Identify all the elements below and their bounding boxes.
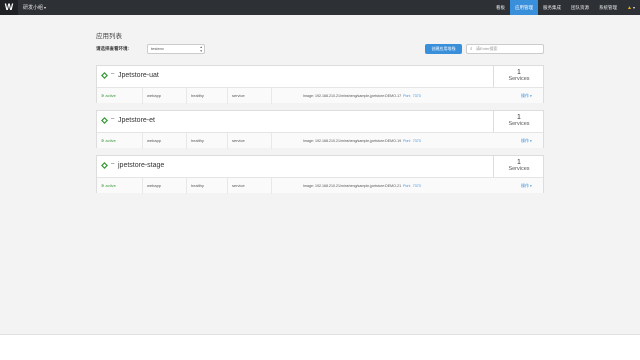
port-value[interactable]: 7373 bbox=[413, 184, 421, 188]
app-logo[interactable]: W bbox=[0, 0, 18, 15]
team-switcher[interactable]: 研发小组▾ bbox=[23, 0, 46, 15]
app-header[interactable]: – Jpetstore-et bbox=[97, 111, 493, 131]
service-count-value: 1 bbox=[517, 114, 521, 121]
status-icon: ✲ bbox=[101, 183, 105, 188]
service-status-text: active bbox=[105, 183, 116, 188]
service-count: 1 Services bbox=[493, 66, 544, 87]
service-row: ✲active webapp healthy service Image: 19… bbox=[97, 87, 543, 104]
main-nav: 看板 应用管理 服务集成 团队资源 系统管理 ▲▾ bbox=[491, 0, 640, 15]
actions-dropdown[interactable]: 操作▾ bbox=[521, 133, 532, 149]
status-icon: ✲ bbox=[101, 138, 105, 143]
image-value: 192.168.210.21/minsheng/sample-jpetstore… bbox=[315, 94, 402, 98]
service-health: healthy bbox=[187, 133, 228, 149]
app-card: – Jpetstore-et 1 Services ✲active webapp… bbox=[96, 110, 544, 149]
env-filter-label: 请选择查看环境: bbox=[96, 46, 129, 51]
image-label: Image: bbox=[303, 94, 314, 98]
chevron-down-icon: ▾ bbox=[632, 5, 635, 10]
actions-label: 操作 bbox=[521, 183, 529, 188]
service-row: ✲active webapp healthy service Image: 19… bbox=[97, 132, 543, 149]
port-value[interactable]: 7373 bbox=[413, 139, 421, 143]
search-icon: ⌕ bbox=[470, 46, 473, 51]
app-name[interactable]: Jpetstore-et bbox=[118, 117, 155, 124]
stack-icon bbox=[101, 117, 108, 124]
service-count-label: Services bbox=[508, 166, 530, 172]
actions-dropdown[interactable]: 操作▾ bbox=[521, 88, 532, 104]
nav-app-management[interactable]: 应用管理 bbox=[510, 0, 539, 15]
app-card: – Jpetstore-uat 1 Services ✲active webap… bbox=[96, 65, 544, 104]
service-status-text: active bbox=[105, 138, 116, 143]
port-label: Port: bbox=[403, 139, 411, 143]
footer bbox=[0, 334, 640, 360]
service-count-value: 1 bbox=[517, 159, 521, 166]
stack-icon bbox=[101, 162, 108, 169]
service-type: webapp bbox=[143, 178, 187, 194]
collapse-icon[interactable]: – bbox=[111, 116, 114, 122]
nav-service-integration[interactable]: 服务集成 bbox=[538, 0, 566, 15]
chevron-down-icon: ▾ bbox=[530, 184, 532, 188]
service-row: ✲active webapp healthy service Image: 19… bbox=[97, 177, 543, 194]
nav-system-management[interactable]: 系统管理 bbox=[594, 0, 622, 15]
app-header[interactable]: – Jpetstore-uat bbox=[97, 66, 493, 86]
chevron-down-icon: ▾ bbox=[44, 5, 47, 10]
service-image: Image: 192.168.210.21/minsheng/sample-jp… bbox=[303, 178, 421, 194]
service-type: webapp bbox=[143, 133, 187, 149]
service-count: 1 Services bbox=[493, 156, 544, 177]
nav-team-resources[interactable]: 团队资源 bbox=[566, 0, 594, 15]
service-status-text: active bbox=[105, 93, 116, 98]
page-title: 应用列表 bbox=[96, 33, 122, 40]
app-header[interactable]: – jpetstore-stage bbox=[97, 156, 493, 176]
service-image: Image: 192.168.210.21/minsheng/sample-jp… bbox=[303, 88, 421, 104]
image-label: Image: bbox=[303, 139, 314, 143]
service-health: healthy bbox=[187, 88, 228, 104]
image-label: Image: bbox=[303, 184, 314, 188]
service-image: Image: 192.168.210.21/minsheng/sample-jp… bbox=[303, 133, 421, 149]
chevron-down-icon: ▾ bbox=[530, 139, 532, 143]
team-name: 研发小组 bbox=[23, 5, 44, 11]
service-status: ✲active bbox=[97, 88, 143, 104]
bell-icon: ▲ bbox=[627, 5, 632, 11]
service-kind: service bbox=[228, 88, 272, 104]
actions-dropdown[interactable]: 操作▾ bbox=[521, 178, 532, 194]
create-stack-button[interactable]: 创建应用堆栈 bbox=[425, 44, 462, 54]
port-value[interactable]: 7373 bbox=[413, 94, 421, 98]
service-count-label: Services bbox=[508, 76, 530, 82]
chevron-down-icon: ▾ bbox=[530, 94, 532, 98]
service-kind: service bbox=[228, 178, 272, 194]
app-name[interactable]: Jpetstore-uat bbox=[118, 72, 159, 79]
image-value: 192.168.210.21/minsheng/sample-jpetstore… bbox=[315, 139, 402, 143]
service-kind: service bbox=[228, 133, 272, 149]
top-nav-bar: W 研发小组▾ 看板 应用管理 服务集成 团队资源 系统管理 ▲▾ bbox=[0, 0, 640, 15]
search-input[interactable]: ⌕ 请Enter搜索 bbox=[466, 44, 544, 54]
env-select[interactable]: testenv ▴ ▾ bbox=[147, 44, 205, 54]
image-value: 192.168.210.21/minsheng/sample-jpetstore… bbox=[315, 184, 402, 188]
filter-row: 请选择查看环境: testenv ▴ ▾ 创建应用堆栈 ⌕ 请Enter搜索 bbox=[96, 44, 544, 54]
port-label: Port: bbox=[403, 94, 411, 98]
service-count-label: Services bbox=[508, 121, 530, 127]
select-arrows-icon: ▴ ▾ bbox=[200, 45, 202, 53]
actions-label: 操作 bbox=[521, 138, 529, 143]
env-select-value: testenv bbox=[151, 46, 164, 51]
service-health: healthy bbox=[187, 178, 228, 194]
service-status: ✲active bbox=[97, 133, 143, 149]
collapse-icon[interactable]: – bbox=[111, 161, 114, 167]
status-icon: ✲ bbox=[101, 93, 105, 98]
service-count: 1 Services bbox=[493, 111, 544, 132]
search-placeholder: 请Enter搜索 bbox=[476, 46, 498, 51]
service-count-value: 1 bbox=[517, 69, 521, 76]
nav-dashboard[interactable]: 看板 bbox=[491, 0, 510, 15]
app-name[interactable]: jpetstore-stage bbox=[118, 162, 164, 169]
collapse-icon[interactable]: – bbox=[111, 71, 114, 77]
port-label: Port: bbox=[403, 184, 411, 188]
service-status: ✲active bbox=[97, 178, 143, 194]
notifications-button[interactable]: ▲▾ bbox=[622, 0, 640, 15]
stack-icon bbox=[101, 72, 108, 79]
app-card: – jpetstore-stage 1 Services ✲active web… bbox=[96, 155, 544, 194]
service-type: webapp bbox=[143, 88, 187, 104]
actions-label: 操作 bbox=[521, 93, 529, 98]
